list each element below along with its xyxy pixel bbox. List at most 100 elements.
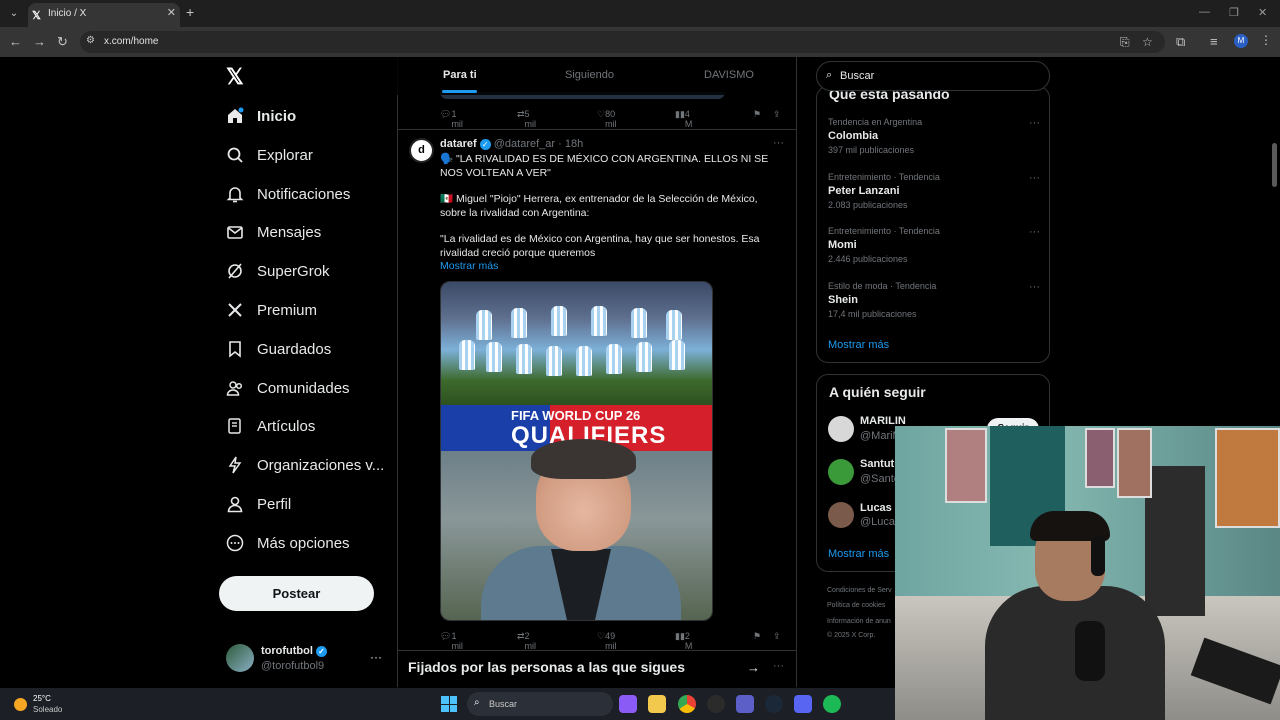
x-logo-icon[interactable]: 𝕏 — [226, 64, 244, 90]
pinned-section-title[interactable]: Fijados por las personas a las que sigue… — [408, 659, 685, 675]
nav-item-supergrok[interactable]: SuperGrok — [225, 256, 330, 286]
profile-avatar[interactable]: M — [1234, 34, 1248, 48]
tab-title: Inicio / X — [48, 8, 87, 19]
reload-icon[interactable]: ↻ — [57, 34, 68, 50]
trend-more-icon[interactable]: ··· — [1029, 172, 1040, 184]
file-explorer-icon[interactable] — [648, 695, 666, 713]
views-button[interactable]: ▮▮ 4 M — [675, 109, 692, 129]
follow-avatar[interactable] — [828, 459, 854, 485]
taskbar-search[interactable]: ⌕ Buscar — [467, 692, 613, 716]
like-button[interactable]: ♡ 80 mil — [597, 109, 617, 129]
spotify-icon[interactable] — [823, 695, 841, 713]
tab-davismo[interactable]: DAVISMO — [704, 69, 754, 81]
discord-icon[interactable] — [794, 695, 812, 713]
arrow-right-icon[interactable]: → — [747, 660, 760, 675]
nav-item-articulos[interactable]: Artículos — [225, 411, 315, 441]
forward-icon[interactable]: → — [33, 34, 46, 49]
follow-avatar[interactable] — [828, 502, 854, 528]
nav-item-organizaciones[interactable]: Organizaciones v... — [225, 450, 384, 480]
tweet-time[interactable]: 18h — [565, 138, 583, 150]
url-field[interactable]: ⚙ x.com/home ⎘ ☆ — [80, 31, 1165, 53]
tweet-avatar[interactable]: d — [409, 138, 434, 163]
github-icon[interactable] — [707, 695, 725, 713]
trend-more-icon[interactable]: ··· — [1029, 117, 1040, 129]
account-name[interactable]: torofutbol ✓ — [261, 645, 327, 657]
nav-label: SuperGrok — [257, 262, 330, 280]
tweet-author-name[interactable]: dataref — [440, 138, 477, 150]
install-app-icon[interactable]: ⎘ — [1120, 35, 1130, 50]
copilot-icon[interactable] — [619, 695, 637, 713]
webcam-door — [1145, 466, 1205, 616]
windows-start-icon[interactable] — [441, 696, 457, 712]
tab-para-ti[interactable]: Para ti — [443, 69, 477, 81]
pinned-more-icon[interactable]: ··· — [773, 660, 784, 672]
nav-item-explorar[interactable]: Explorar — [225, 140, 313, 170]
nav-item-notificaciones[interactable]: Notificaciones — [225, 179, 350, 209]
weather-temp[interactable]: 25°C — [33, 694, 51, 703]
trend-more-icon[interactable]: ··· — [1029, 226, 1040, 238]
new-tab-button[interactable]: + — [186, 4, 194, 20]
trend-item[interactable]: Entretenimiento · Tendencia Peter Lanzan… — [828, 172, 1040, 210]
steam-icon[interactable] — [765, 695, 783, 713]
browser-menu-icon[interactable]: ⋮ — [1260, 33, 1272, 47]
follow-show-more-link[interactable]: Mostrar más — [828, 548, 889, 560]
teams-icon[interactable] — [736, 695, 754, 713]
tab-search-button[interactable]: ⌄ — [4, 4, 24, 24]
reply-button[interactable]: 💬︎ 1 mil — [440, 631, 463, 651]
extensions-icon[interactable]: ⧉ — [1176, 34, 1185, 50]
reading-list-icon[interactable]: ≡ — [1210, 34, 1218, 49]
footer-cookies-link[interactable]: Política de cookies — [827, 602, 885, 609]
nav-item-comunidades[interactable]: Comunidades — [225, 373, 350, 403]
repost-button[interactable]: ⇄ 5 mil — [517, 109, 536, 129]
chrome-icon[interactable] — [678, 695, 696, 713]
bookmark-star-icon[interactable]: ☆ — [1142, 35, 1153, 49]
restore-icon[interactable]: ❐ — [1229, 6, 1239, 19]
trends-show-more-link[interactable]: Mostrar más — [828, 339, 889, 351]
nav-item-perfil[interactable]: Perfil — [225, 489, 291, 519]
trend-more-icon[interactable]: ··· — [1029, 281, 1040, 293]
footer-ads-link[interactable]: Información de anun — [827, 618, 891, 625]
nav-item-guardados[interactable]: Guardados — [225, 334, 331, 364]
player-figure — [669, 340, 685, 370]
verified-badge-icon: ✓ — [315, 645, 327, 657]
trend-item[interactable]: Tendencia en Argentina Colombia 397 mil … — [828, 117, 1040, 155]
back-icon[interactable]: ← — [9, 34, 22, 49]
tab-siguiendo[interactable]: Siguiendo — [565, 69, 614, 81]
page-scrollbar[interactable] — [1272, 143, 1277, 187]
search-input-overlay[interactable]: ⌕ Buscar — [816, 61, 1050, 91]
account-more-icon[interactable]: ··· — [370, 650, 382, 664]
follow-avatar[interactable] — [828, 416, 854, 442]
account-avatar[interactable] — [226, 644, 254, 672]
tweet-more-icon[interactable]: ··· — [773, 137, 784, 149]
player-figure — [459, 340, 475, 370]
trend-count: 17,4 mil publicaciones — [828, 309, 917, 319]
footer-terms-link[interactable]: Condiciones de Serv — [827, 587, 892, 594]
tweet-author-handle[interactable]: @dataref_ar — [494, 138, 555, 150]
tab-close-icon[interactable]: ✕ — [167, 6, 176, 19]
trend-item[interactable]: Entretenimiento · Tendencia Momi 2.446 p… — [828, 226, 1040, 264]
window-close-icon[interactable]: ✕ — [1258, 6, 1267, 19]
tweet-image[interactable]: FIFA WORLD CUP 26 QUALIFIERS — [440, 281, 713, 621]
nav-item-mas-opciones[interactable]: Más opciones — [225, 528, 350, 558]
show-more-link[interactable]: Mostrar más — [440, 260, 498, 272]
bookmark-icon[interactable]: ⚑ — [753, 109, 761, 120]
site-info-icon[interactable]: ⚙ — [86, 35, 95, 46]
nav-item-mensajes[interactable]: Mensajes — [225, 217, 321, 247]
home-icon — [225, 106, 245, 126]
share-icon[interactable]: ⇪ — [773, 109, 781, 120]
post-button[interactable]: Postear — [219, 576, 374, 611]
nav-item-inicio[interactable]: Inicio — [225, 101, 296, 131]
weather-desc[interactable]: Soleado — [33, 705, 62, 714]
like-button[interactable]: ♡ 49 mil — [597, 631, 617, 651]
repost-button[interactable]: ⇄ 2 mil — [517, 631, 536, 651]
trend-item[interactable]: Estilo de moda · Tendencia Shein 17,4 mi… — [828, 281, 1040, 319]
views-button[interactable]: ▮▮ 2 M — [675, 631, 692, 651]
browser-tab[interactable]: 𝕏 Inicio / X ✕ — [28, 3, 180, 27]
nav-label: Organizaciones v... — [257, 456, 385, 474]
minimize-icon[interactable]: — — [1199, 6, 1210, 18]
nav-item-premium[interactable]: Premium — [225, 295, 317, 325]
bookmark-icon[interactable]: ⚑ — [753, 631, 761, 642]
player-figure — [476, 310, 492, 340]
share-icon[interactable]: ⇪ — [773, 631, 781, 642]
reply-button[interactable]: 💬︎ 1 mil — [440, 109, 463, 129]
